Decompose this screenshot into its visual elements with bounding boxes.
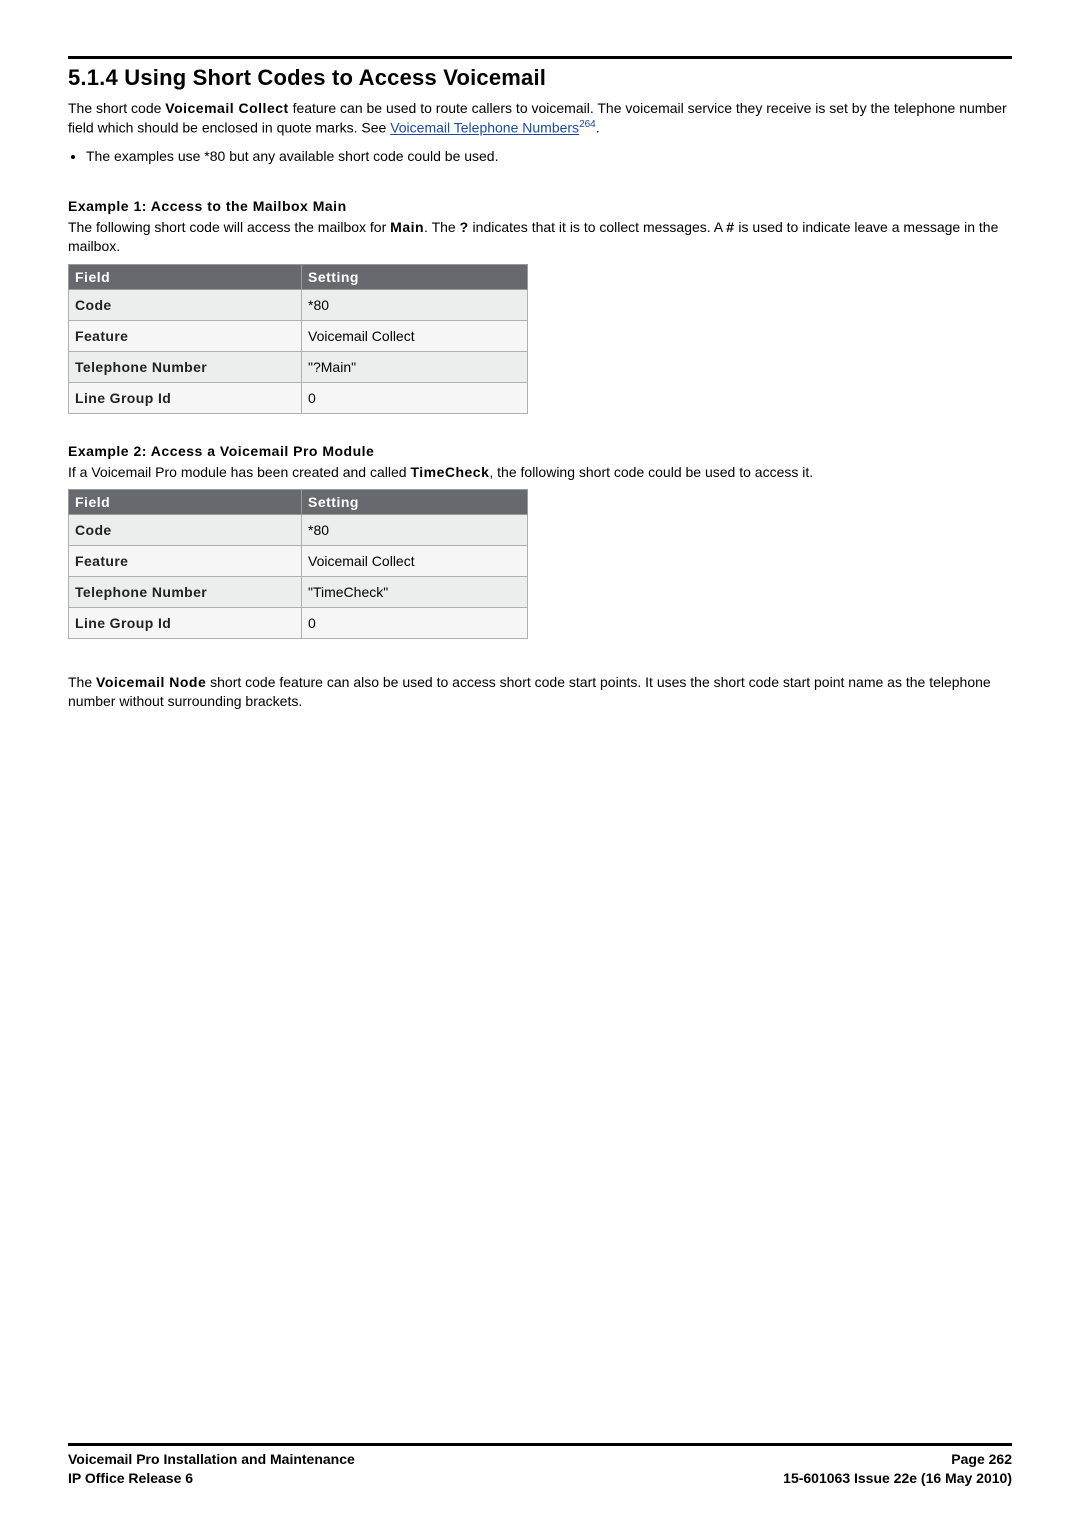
footer-right-2: 15-601063 Issue 22e (16 May 2010) xyxy=(783,1469,1012,1488)
table1-field-1: Feature xyxy=(69,320,302,351)
table1-header-field: Field xyxy=(69,264,302,289)
table2-field-0: Code xyxy=(69,515,302,546)
table1-setting-2: "?Main" xyxy=(302,351,528,382)
ex1-hash: # xyxy=(726,219,734,235)
table2-header-setting: Setting xyxy=(302,490,528,515)
table2-header-row: Field Setting xyxy=(69,490,528,515)
ex1-main: Main xyxy=(390,219,424,235)
example1-heading: Example 1: Access to the Mailbox Main xyxy=(68,197,1012,216)
bullet-list: The examples use *80 but any available s… xyxy=(68,147,1012,167)
table-row: Code *80 xyxy=(69,515,528,546)
footer-left-2: IP Office Release 6 xyxy=(68,1469,193,1488)
table2-field-1: Feature xyxy=(69,546,302,577)
table-row: Code *80 xyxy=(69,289,528,320)
table1-field-0: Code xyxy=(69,289,302,320)
ex2-text-b: , the following short code could be used… xyxy=(489,464,813,480)
footer-right-1: Page 262 xyxy=(951,1450,1012,1469)
example2-title: Example 2: Access a Voicemail Pro Module xyxy=(68,443,374,459)
table2-header-field: Field xyxy=(69,490,302,515)
table2-setting-2: "TimeCheck" xyxy=(302,577,528,608)
intro-text-1: The short code xyxy=(68,100,165,116)
table2-setting-3: 0 xyxy=(302,608,528,639)
table-row: Telephone Number "TimeCheck" xyxy=(69,577,528,608)
table-row: Line Group Id 0 xyxy=(69,608,528,639)
ex1-text-b: . The xyxy=(424,219,460,235)
table1-setting-3: 0 xyxy=(302,382,528,413)
table1-field-3: Line Group Id xyxy=(69,382,302,413)
ex1-text-a: The following short code will access the… xyxy=(68,219,390,235)
table-row: Telephone Number "?Main" xyxy=(69,351,528,382)
closing-b: short code feature can also be used to a… xyxy=(68,674,991,709)
table1-header-setting: Setting xyxy=(302,264,528,289)
table2-setting-0: *80 xyxy=(302,515,528,546)
page-footer: Voicemail Pro Installation and Maintenan… xyxy=(68,1443,1012,1488)
table2-field-2: Telephone Number xyxy=(69,577,302,608)
intro-text-3: . xyxy=(596,120,600,136)
intro-feature-name: Voicemail Collect xyxy=(165,100,288,116)
ex2-timecheck: TimeCheck xyxy=(410,464,489,480)
example2-heading: Example 2: Access a Voicemail Pro Module xyxy=(68,442,1012,461)
table-row: Feature Voicemail Collect xyxy=(69,320,528,351)
table2-field-3: Line Group Id xyxy=(69,608,302,639)
ex1-qmark: ? xyxy=(460,219,469,235)
bullet-item-1: The examples use *80 but any available s… xyxy=(86,147,1012,167)
top-rule xyxy=(68,56,1012,59)
table-example-2: Field Setting Code *80 Feature Voicemail… xyxy=(68,489,528,639)
table1-field-2: Telephone Number xyxy=(69,351,302,382)
page-container: 5.1.4 Using Short Codes to Access Voicem… xyxy=(0,0,1080,1528)
intro-paragraph: The short code Voicemail Collect feature… xyxy=(68,99,1012,137)
ex1-text-c: indicates that it is to collect messages… xyxy=(469,219,727,235)
table-example-1: Field Setting Code *80 Feature Voicemail… xyxy=(68,264,528,414)
link-ref-superscript: 264 xyxy=(579,119,596,130)
footer-rule xyxy=(68,1443,1012,1446)
table-row: Line Group Id 0 xyxy=(69,382,528,413)
example1-body: The following short code will access the… xyxy=(68,218,1012,256)
section-heading: 5.1.4 Using Short Codes to Access Voicem… xyxy=(68,65,1012,91)
footer-left-1: Voicemail Pro Installation and Maintenan… xyxy=(68,1450,355,1469)
footer-row-1: Voicemail Pro Installation and Maintenan… xyxy=(68,1450,1012,1469)
table1-setting-0: *80 xyxy=(302,289,528,320)
closing-paragraph: The Voicemail Node short code feature ca… xyxy=(68,673,1012,711)
ex2-text-a: If a Voicemail Pro module has been creat… xyxy=(68,464,410,480)
voicemail-telephone-numbers-link[interactable]: Voicemail Telephone Numbers xyxy=(390,120,579,136)
closing-a: The xyxy=(68,674,96,690)
example2-body: If a Voicemail Pro module has been creat… xyxy=(68,463,1012,482)
table2-setting-1: Voicemail Collect xyxy=(302,546,528,577)
table1-setting-1: Voicemail Collect xyxy=(302,320,528,351)
closing-bold: Voicemail Node xyxy=(96,674,206,690)
table1-header-row: Field Setting xyxy=(69,264,528,289)
example1-title: Example 1: Access to the Mailbox Main xyxy=(68,198,347,214)
table-row: Feature Voicemail Collect xyxy=(69,546,528,577)
footer-row-2: IP Office Release 6 15-601063 Issue 22e … xyxy=(68,1469,1012,1488)
